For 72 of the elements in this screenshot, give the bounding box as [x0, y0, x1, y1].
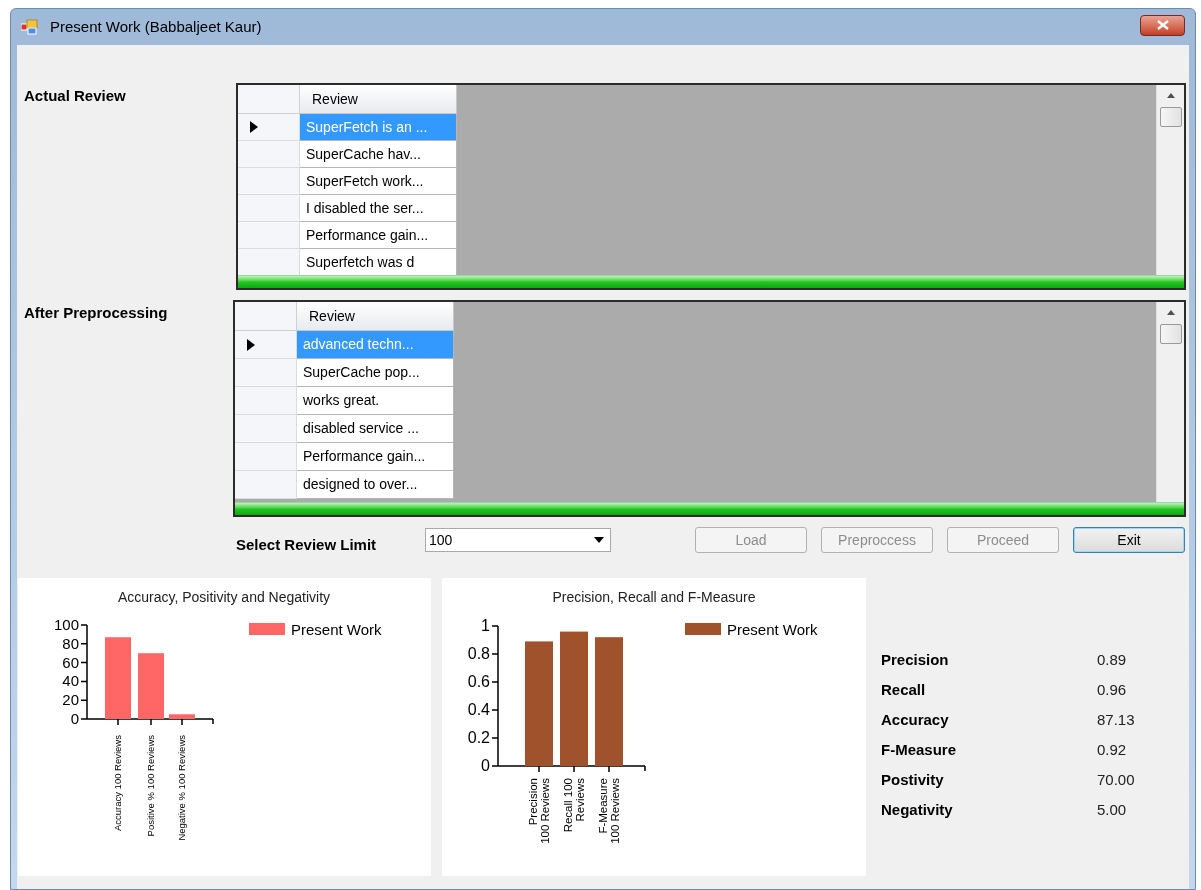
- bar: [138, 653, 164, 719]
- metric-value: 5.00: [1097, 799, 1127, 820]
- row-pointer-icon: [247, 338, 255, 351]
- legend-label: Present Work: [291, 621, 382, 638]
- metric-value: 87.13: [1097, 709, 1135, 730]
- scrollbar[interactable]: [1156, 85, 1184, 275]
- field-label: Select Review Limit: [236, 534, 378, 555]
- metric-label: Precision: [881, 649, 950, 670]
- legend-swatch: [685, 623, 721, 635]
- row-header[interactable]: [238, 114, 300, 141]
- table-cell[interactable]: works great.: [297, 387, 454, 415]
- tick-label: 20: [62, 691, 79, 709]
- row-pointer-icon: [250, 121, 258, 133]
- button[interactable]: Exit: [1073, 527, 1185, 553]
- scroll-up-icon[interactable]: [1166, 310, 1175, 315]
- section-label: Actual Review: [24, 87, 126, 104]
- tick-label: 0.4: [467, 701, 490, 718]
- tick-label: 60: [62, 653, 79, 671]
- close-button[interactable]: [1140, 14, 1185, 36]
- table-cell[interactable]: designed to over...: [297, 471, 454, 499]
- category-label: Recall 100 Reviews: [562, 778, 587, 833]
- scrollbar-thumb[interactable]: [1159, 324, 1182, 344]
- legend-label: Present Work: [727, 621, 818, 638]
- category-label: Precision 100 Reviews: [527, 778, 552, 844]
- bar: [169, 714, 195, 719]
- metric-label: Postivity: [881, 769, 945, 790]
- table-cell[interactable]: SuperFetch work...: [300, 168, 457, 195]
- section-label: After Preprocessing: [24, 304, 168, 321]
- scroll-up-icon[interactable]: [1166, 93, 1175, 98]
- review-limit-dropdown[interactable]: 100: [425, 528, 611, 552]
- grid-corner: [235, 302, 297, 331]
- row-header[interactable]: [235, 331, 297, 359]
- tick-label: 100: [53, 616, 79, 633]
- grid-corner: [238, 85, 300, 114]
- window-title: Present Work (Babbaljeet Kaur): [50, 16, 262, 37]
- table-cell[interactable]: SuperCache hav...: [300, 141, 457, 168]
- column-header[interactable]: Review: [300, 85, 457, 114]
- legend-swatch: [249, 623, 285, 635]
- tick-label: 0: [70, 710, 79, 727]
- table-cell[interactable]: I disabled the ser...: [300, 195, 457, 222]
- metric-value: 0.89: [1097, 649, 1127, 670]
- metric-value: 0.92: [1097, 739, 1127, 760]
- tick-label: 1: [481, 617, 490, 634]
- category-label: Negative % 100 Reviews: [176, 735, 188, 841]
- chart-title: Accuracy, Positivity and Negativity: [117, 589, 331, 605]
- column-header[interactable]: Review: [297, 302, 454, 331]
- category-label: Accuracy 100 Reviews: [112, 735, 124, 832]
- table-cell[interactable]: SuperCache pop...: [297, 359, 454, 387]
- scrollbar[interactable]: [1156, 302, 1184, 502]
- app-icon: [21, 19, 38, 35]
- metric-label: Recall: [881, 679, 927, 700]
- tick-label: 0.6: [467, 673, 490, 690]
- table-cell[interactable]: Performance gain...: [300, 222, 457, 249]
- metric-label: Negativity: [881, 799, 954, 820]
- tick-label: 0.8: [467, 645, 490, 662]
- table-cell[interactable]: disabled service ...: [297, 415, 454, 443]
- tick-label: 80: [62, 634, 79, 652]
- table-cell[interactable]: Performance gain...: [297, 443, 454, 471]
- dropdown-arrow-icon: [594, 537, 604, 543]
- category-label: Positive % 100 Reviews: [145, 735, 157, 837]
- metric-label: F-Measure: [881, 739, 958, 760]
- category-label: F-Measure 100 Reviews: [597, 778, 622, 844]
- scrollbar-thumb[interactable]: [1159, 107, 1182, 127]
- metric-label: Accuracy: [881, 709, 950, 730]
- chart-title: Precision, Recall and F-Measure: [552, 589, 756, 605]
- tick-label: 0: [481, 757, 490, 774]
- table-cell[interactable]: Superfetch was d: [300, 249, 457, 275]
- tick-label: 40: [62, 672, 79, 690]
- metric-value: 0.96: [1097, 679, 1127, 700]
- close-icon: [1156, 20, 1169, 30]
- tick-label: 0.2: [467, 729, 490, 746]
- metric-value: 70.00: [1097, 769, 1135, 790]
